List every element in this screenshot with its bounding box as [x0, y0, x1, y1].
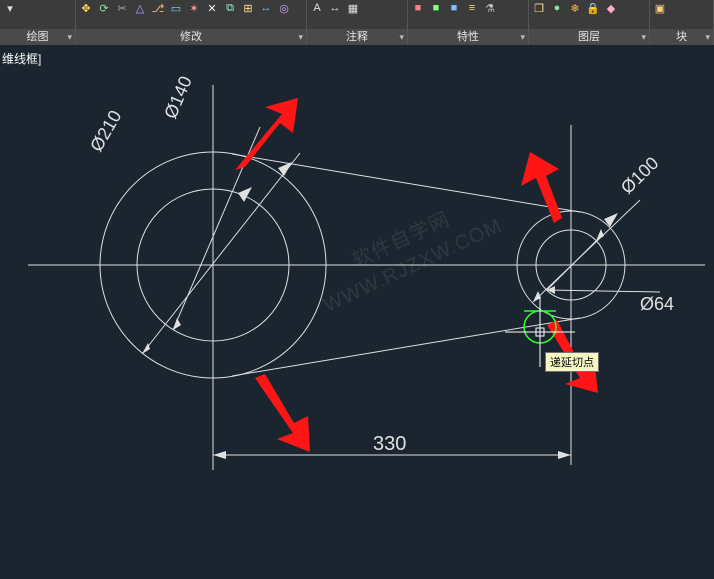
- stretch-icon[interactable]: ↔: [258, 0, 274, 16]
- dim-text-d210: Ø210: [86, 107, 125, 155]
- ribbon-panel-title: 绘图 ▾: [0, 29, 75, 45]
- color-swatch-icon[interactable]: ■: [428, 0, 444, 16]
- match-props-icon[interactable]: ⚗: [482, 0, 498, 16]
- cad-viewport[interactable]: 维线框] 软件自学网 WWW.RJZXW.COM: [0, 45, 714, 579]
- dimension-icon[interactable]: ↔: [327, 0, 343, 16]
- ribbon-panel-label: 注释: [346, 31, 368, 43]
- ribbon-panel-draw: ▾ 绘图 ▾: [0, 0, 76, 45]
- erase-icon[interactable]: ✕: [204, 0, 220, 16]
- chevron-down-icon[interactable]: ▾: [705, 29, 710, 45]
- draw-tool-icon[interactable]: ▾: [2, 0, 18, 16]
- dim-arrow: [596, 229, 604, 241]
- dim-text-330: 330: [373, 433, 406, 455]
- annotation-arrow: [255, 374, 310, 452]
- chevron-down-icon[interactable]: ▾: [399, 29, 404, 45]
- color-swatch-icon[interactable]: ■: [446, 0, 462, 16]
- explode-icon[interactable]: ✶: [186, 0, 202, 16]
- ribbon-panel-title: 图层 ▾: [529, 29, 649, 45]
- chevron-down-icon[interactable]: ▾: [67, 29, 72, 45]
- ribbon-panel-title: 修改 ▾: [76, 29, 306, 45]
- ribbon-panel-properties: ■ ■ ■ ≡ ⚗ 特性 ▾: [408, 0, 529, 45]
- dim-arrow: [558, 451, 571, 459]
- dim-text-d64: Ø64: [640, 294, 674, 314]
- osnap-tooltip: 递延切点: [545, 352, 599, 372]
- block-insert-icon[interactable]: ▣: [652, 0, 668, 16]
- chevron-down-icon[interactable]: ▾: [641, 29, 646, 45]
- array-icon[interactable]: ⊞: [240, 0, 256, 16]
- ribbon-panel-block: ▣ 块 ▾: [650, 0, 714, 45]
- dim-leader-d64: [547, 290, 660, 292]
- move-icon[interactable]: ✥: [78, 0, 94, 16]
- dim-arrow: [173, 318, 181, 330]
- ribbon-bar: ▾ 绘图 ▾ ✥ ⟳ ✂ △ ⎇ ▭ ✶ ✕ ⧉ ⊞ ↔ ◎ 修改 ▾ A: [0, 0, 714, 46]
- copy-icon[interactable]: ⧉: [222, 0, 238, 16]
- ribbon-panel-layers: ❐ ● ❄ 🔒 ◆ 图层 ▾: [529, 0, 650, 45]
- ribbon-panel-label: 绘图: [27, 31, 49, 43]
- chevron-down-icon[interactable]: ▾: [520, 29, 525, 45]
- chevron-down-icon[interactable]: ▾: [298, 29, 303, 45]
- ribbon-panel-label: 特性: [457, 31, 479, 43]
- dim-arrow: [213, 451, 226, 459]
- table-icon[interactable]: ▦: [345, 0, 361, 16]
- text-icon[interactable]: A: [309, 0, 325, 16]
- dim-arrow: [604, 213, 618, 227]
- dim-text-d140: Ø140: [160, 73, 196, 121]
- layer-icon[interactable]: ❐: [531, 0, 547, 16]
- ribbon-panel-title: 注释 ▾: [307, 29, 407, 45]
- mirror-icon[interactable]: △: [132, 0, 148, 16]
- cad-drawing-svg: Ø210 Ø140 Ø100 Ø64 330: [0, 45, 714, 579]
- ribbon-panel-title: 块 ▾: [650, 29, 713, 45]
- ribbon-panel-label: 图层: [578, 31, 600, 43]
- ribbon-panel-label: 块: [676, 31, 687, 43]
- rotate-icon[interactable]: ⟳: [96, 0, 112, 16]
- ribbon-panel-modify: ✥ ⟳ ✂ △ ⎇ ▭ ✶ ✕ ⧉ ⊞ ↔ ◎ 修改 ▾: [76, 0, 307, 45]
- trim-icon[interactable]: ✂: [114, 0, 130, 16]
- dim-text-d100: Ø100: [617, 153, 663, 198]
- layer-color-icon[interactable]: ◆: [603, 0, 619, 16]
- scale-icon[interactable]: ▭: [168, 0, 184, 16]
- fillet-icon[interactable]: ⎇: [150, 0, 166, 16]
- ribbon-panel-label: 修改: [180, 31, 202, 43]
- dim-arrow: [238, 187, 252, 202]
- offset-icon[interactable]: ◎: [276, 0, 292, 16]
- lineweight-icon[interactable]: ≡: [464, 0, 480, 16]
- annotation-arrow: [521, 152, 562, 223]
- ribbon-panel-title: 特性 ▾: [408, 29, 528, 45]
- color-swatch-icon[interactable]: ■: [410, 0, 426, 16]
- tangent-line-lower: [232, 318, 580, 376]
- layer-freeze-icon[interactable]: ❄: [567, 0, 583, 16]
- dim-leader-d210: [142, 153, 300, 354]
- annotation-arrow: [235, 98, 298, 170]
- ribbon-panel-annotation: A ↔ ▦ 注释 ▾: [307, 0, 408, 45]
- layer-lock-icon[interactable]: 🔒: [585, 0, 601, 16]
- layer-on-icon[interactable]: ●: [549, 0, 565, 16]
